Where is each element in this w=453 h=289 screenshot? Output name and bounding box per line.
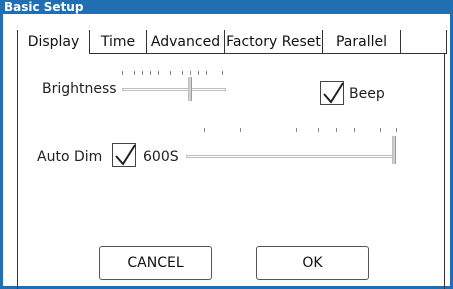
tab-factory-reset[interactable]: Factory Reset	[225, 30, 323, 54]
ok-button[interactable]: OK	[256, 246, 369, 280]
checkmark-icon	[115, 144, 136, 166]
auto-dim-value: 600S	[143, 149, 179, 165]
tab-parallel[interactable]: Parallel	[323, 30, 401, 54]
beep-checkbox[interactable]	[320, 81, 344, 105]
auto-dim-slider-track[interactable]	[186, 155, 396, 158]
checkmark-icon	[323, 82, 344, 104]
display-panel: Brightness Beep Auto Dim 600S CANCEL OK	[17, 54, 445, 289]
auto-dim-slider-thumb[interactable]	[392, 136, 396, 164]
brightness-slider-thumb[interactable]	[188, 77, 192, 101]
brightness-label: Brightness	[42, 81, 117, 97]
tab-strip: Display Time Advanced Factory Reset Para…	[17, 30, 447, 54]
tab-display[interactable]: Display	[18, 30, 90, 54]
auto-dim-label: Auto Dim	[37, 149, 103, 165]
tab-advanced[interactable]: Advanced	[147, 30, 225, 54]
auto-dim-checkbox[interactable]	[112, 143, 136, 167]
brightness-slider-track[interactable]	[122, 88, 226, 91]
cancel-button[interactable]: CANCEL	[99, 246, 212, 280]
basic-setup-window: Basic Setup Display Time Advanced Factor…	[0, 0, 453, 289]
tab-time[interactable]: Time	[90, 30, 147, 54]
window-title: Basic Setup	[3, 0, 451, 14]
beep-label: Beep	[349, 86, 385, 102]
